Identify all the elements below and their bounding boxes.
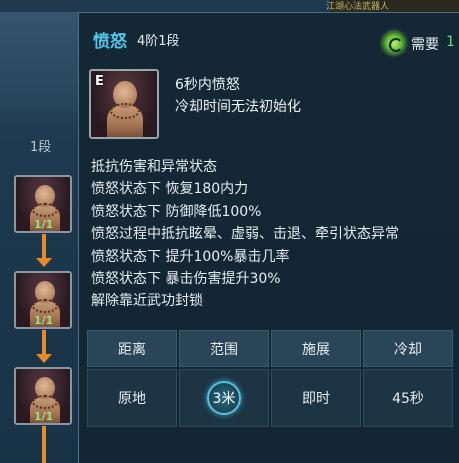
connector-arrow xyxy=(42,234,46,260)
value-cast: 即时 xyxy=(271,369,361,427)
skill-stage: 4阶1段 xyxy=(137,34,180,49)
skill-duration: 6秒内愤怒 xyxy=(175,77,240,93)
skill-cooldown-note: 冷却时间无法初始化 xyxy=(175,99,301,115)
header-cooldown: 冷却 xyxy=(363,330,453,367)
skill-info-table: 距离 范围 施展 冷却 原地 3米 即时 45秒 xyxy=(87,330,457,427)
skill-icon: E xyxy=(89,69,159,139)
effect-line: 解除靠近武功封锁 xyxy=(91,293,203,310)
skill-tree-header xyxy=(0,12,80,112)
value-distance: 原地 xyxy=(87,369,177,427)
header-distance: 距离 xyxy=(87,330,177,367)
header-range: 范围 xyxy=(179,330,269,367)
effect-line: 愤怒状态下 暴击伤害提升30% xyxy=(91,271,281,288)
requirement-label: 需要 xyxy=(411,37,439,53)
value-range: 3米 xyxy=(207,381,241,415)
node-count: 1/1 xyxy=(34,314,54,327)
node-count: 1/1 xyxy=(34,218,54,231)
effect-line: 愤怒状态下 恢复180内力 xyxy=(91,181,249,198)
value-cooldown: 45秒 xyxy=(363,369,453,427)
node-count: 1/1 xyxy=(34,410,54,423)
hotkey-label: E xyxy=(95,74,104,89)
skill-tooltip: 愤怒 4阶1段 需要 1 E 6秒内愤怒 冷却时间无法初始化 抵抗伤害和异常状态… xyxy=(78,12,459,463)
header-cast: 施展 xyxy=(271,330,361,367)
effect-line: 愤怒状态下 防御降低100% xyxy=(91,203,262,220)
connector-arrow xyxy=(42,426,46,463)
value-range-cell: 3米 xyxy=(179,369,269,427)
arrow-down-icon xyxy=(36,354,52,363)
requirement-value: 1 xyxy=(446,34,455,50)
skill-point-icon xyxy=(383,32,405,54)
effect-line: 愤怒状态下 提升100%暴击几率 xyxy=(91,248,290,265)
skill-title: 愤怒 xyxy=(93,32,127,52)
effect-list: 抵抗伤害和异常状态 愤怒状态下 恢复180内力 愤怒状态下 防御降低100% 愤… xyxy=(91,156,399,313)
effect-line: 愤怒过程中抵抗眩晕、虚弱、击退、牵引状态异常 xyxy=(91,226,399,243)
effect-line: 抵抗伤害和异常状态 xyxy=(91,159,217,175)
connector-arrow xyxy=(42,330,46,356)
stage-label: 1段 xyxy=(30,140,52,155)
top-strip-text: 江湖心法武器人 xyxy=(326,2,390,12)
arrow-down-icon xyxy=(36,258,52,267)
